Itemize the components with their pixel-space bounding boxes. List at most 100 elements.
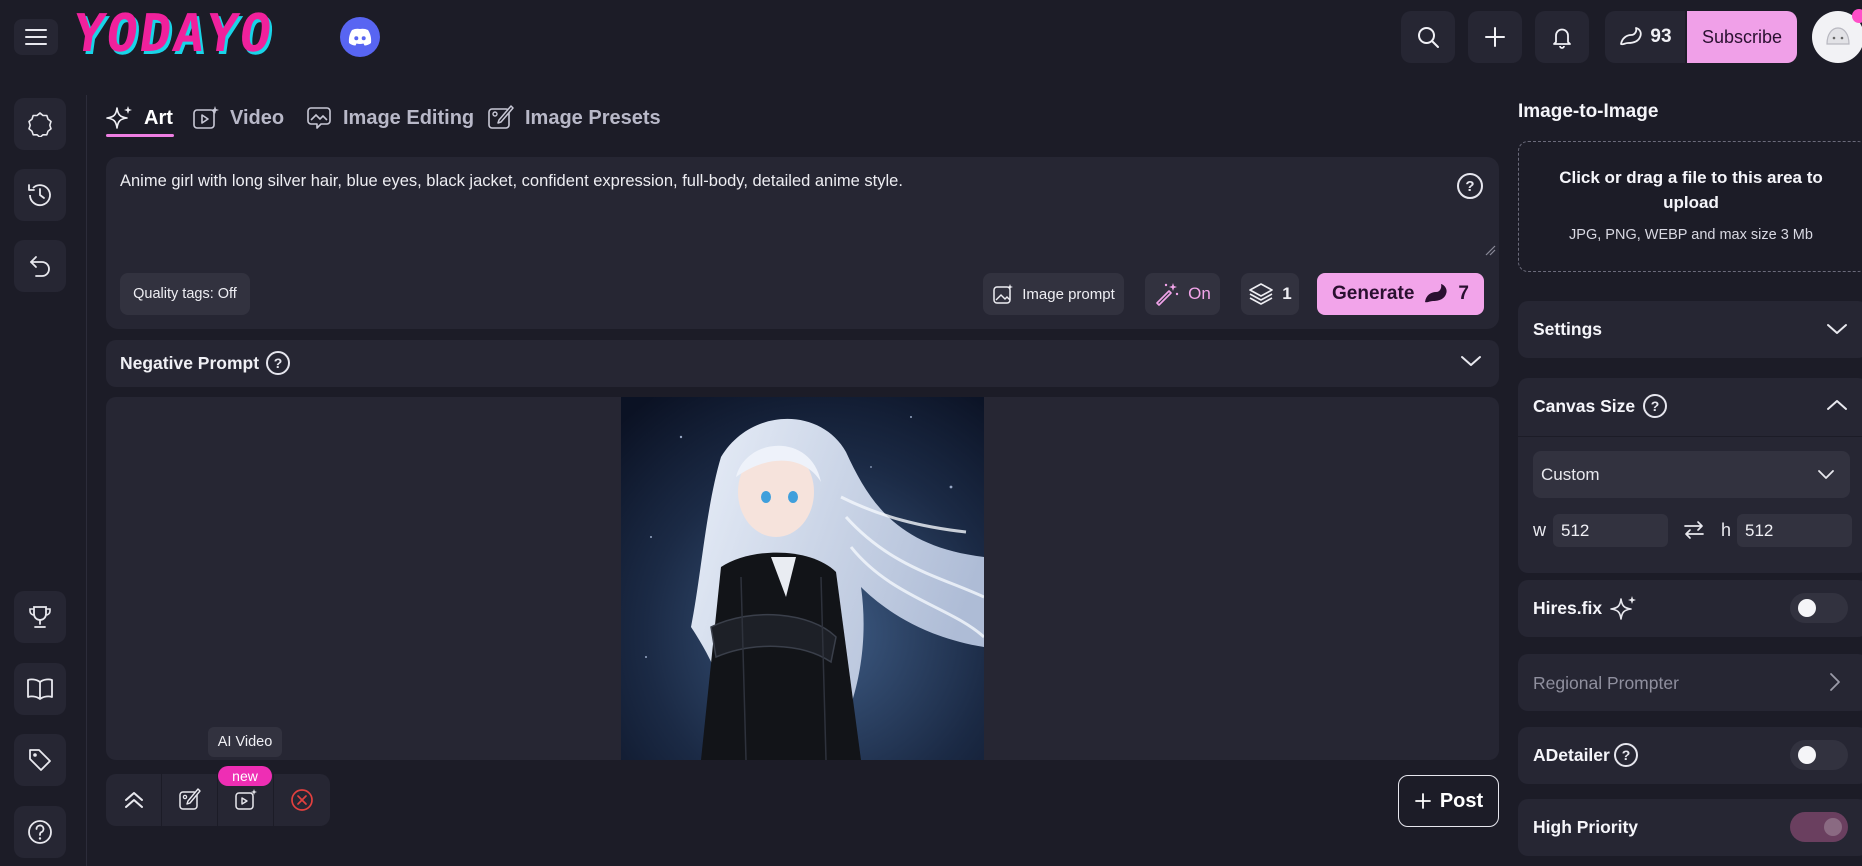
rail-art-button[interactable] [14,98,66,150]
tab-video[interactable]: Video [192,100,284,136]
search-icon [1418,27,1439,48]
settings-label: Settings [1533,319,1603,339]
delete-button[interactable] [274,774,330,826]
hires-fix-label: Hires.fix [1533,598,1603,618]
collapse-button[interactable] [106,774,162,826]
create-button[interactable] [1468,11,1522,63]
chevron-down-icon [1817,468,1835,480]
discord-icon[interactable] [340,17,380,57]
adetailer-label: ADetailer [1533,745,1610,765]
negative-prompt-label: Negative Prompt [120,353,260,373]
menu-icon[interactable] [14,19,58,55]
sparkle-icon [106,106,132,129]
tab-image-editing-label: Image Editing [343,106,475,129]
credits-counter[interactable]: 93 [1605,11,1685,63]
generate-label: Generate [1332,283,1415,304]
batch-count-button[interactable]: 1 [1241,273,1299,315]
regional-prompter-label: Regional Prompter [1533,673,1679,693]
new-badge: new [218,766,272,786]
rail-tags-button[interactable] [14,734,66,786]
chevron-right-icon[interactable] [1829,672,1841,692]
adetailer-toggle[interactable] [1790,740,1848,770]
tag-icon [29,749,51,771]
chevron-down-icon[interactable] [1460,354,1482,368]
video-icon [193,106,219,129]
batch-count-value: 1 [1282,284,1292,303]
image-prompt-button[interactable]: Image prompt [983,273,1124,315]
adetailer-help-icon[interactable]: ? [1614,743,1638,767]
rail-divider [86,95,87,866]
ai-video-tooltip: AI Video [208,727,282,757]
resize-grip-icon[interactable] [1484,244,1496,256]
plus-icon [1414,793,1431,809]
post-label: Post [1439,789,1484,812]
rail-guide-button[interactable] [14,663,66,715]
rail-trophy-button[interactable] [14,591,66,643]
magic-prompt-state: On [1188,284,1211,303]
image-prompt-label: Image prompt [1022,285,1115,303]
notification-dot [1852,9,1862,23]
magic-wand-icon [1156,283,1179,306]
undo-icon [30,256,50,277]
upload-constraints: JPG, PNG, WEBP and max size 3 Mb [1569,227,1813,243]
magic-prompt-toggle[interactable]: On [1145,273,1220,315]
history-icon [28,184,51,207]
search-button[interactable] [1401,11,1455,63]
tab-video-label: Video [230,106,285,129]
canvas-preset-select[interactable]: Custom [1533,451,1850,498]
bell-icon [1553,28,1571,49]
tab-art-label: Art [144,106,173,129]
double-chevron-up-icon [124,792,143,808]
chevron-up-icon[interactable] [1826,398,1848,412]
help-icon [28,820,52,844]
image-preset-icon [488,105,514,129]
tab-image-presets[interactable]: Image Presets [487,100,661,136]
negative-prompt-panel[interactable] [106,340,1499,387]
quality-tags-toggle[interactable]: Quality tags: Off [120,273,250,315]
prompt-textarea[interactable]: Anime girl with long silver hair, blue e… [120,172,1420,191]
height-input[interactable]: 512 [1737,514,1852,547]
high-priority-label: High Priority [1533,817,1639,837]
subscribe-button[interactable]: Subscribe [1687,11,1797,63]
tab-image-presets-label: Image Presets [525,106,661,129]
credits-value: 93 [1650,26,1672,47]
post-button[interactable]: Post [1398,775,1499,827]
width-label: w [1533,520,1546,540]
bean-icon [1425,284,1448,303]
height-label: h [1721,520,1732,540]
svg-text:YODAYO: YODAYO [76,8,277,64]
video-icon [234,789,257,810]
high-priority-toggle[interactable] [1790,812,1848,842]
swap-icon[interactable] [1683,519,1705,541]
tab-image-editing[interactable]: Image Editing [305,100,474,136]
canvas-preset-value: Custom [1541,464,1600,484]
rail-undo-button[interactable] [14,240,66,292]
bean-icon [1620,27,1643,46]
rail-history-button[interactable] [14,169,66,221]
active-tab-indicator [106,134,174,137]
rail-help-button[interactable] [14,806,66,858]
notifications-button[interactable] [1535,11,1589,63]
chevron-down-icon[interactable] [1826,322,1848,336]
canvas-help-icon[interactable]: ? [1643,394,1667,418]
plus-icon [1485,27,1505,47]
book-icon [27,678,53,700]
generated-image[interactable] [621,397,984,760]
edit-image-button[interactable] [162,774,218,826]
negative-prompt-help-icon[interactable]: ? [266,351,290,375]
generate-button[interactable]: Generate 7 [1317,273,1484,315]
width-input[interactable]: 512 [1553,514,1668,547]
hires-fix-toggle[interactable] [1790,593,1848,623]
close-circle-icon [291,789,313,811]
image-edit-icon [307,107,331,129]
prompt-help-icon[interactable]: ? [1457,173,1483,199]
canvas-divider [1518,436,1862,437]
image-prompt-icon [993,284,1014,304]
generate-cost: 7 [1458,283,1469,304]
bottom-toolbar [106,774,330,826]
yodayo-logo[interactable]: YODAYO YODAYO [76,8,326,66]
tab-art[interactable]: Art [106,100,173,136]
layers-icon [1249,283,1274,305]
image-to-image-title: Image-to-Image [1518,101,1659,122]
sparkle-icon [1610,594,1638,622]
